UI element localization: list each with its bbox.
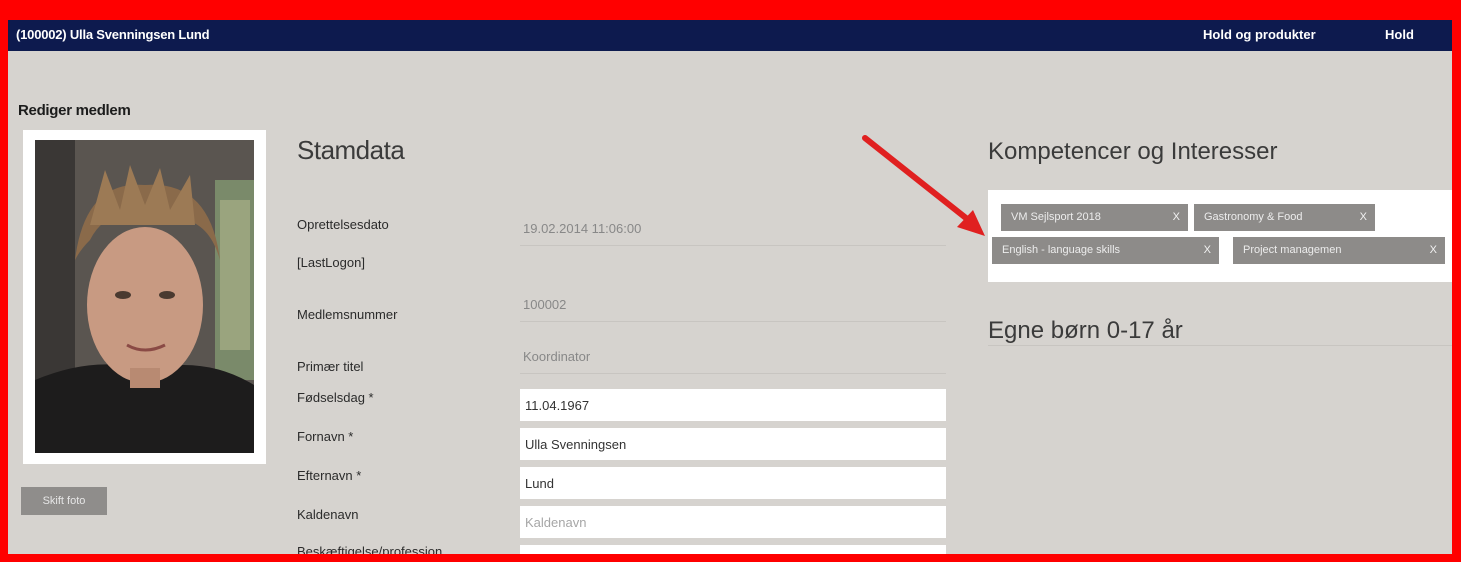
competence-tag[interactable]: Gastronomy & Food X — [1194, 204, 1375, 231]
children-divider — [988, 345, 1452, 346]
remove-tag-icon[interactable]: X — [1360, 204, 1367, 231]
medlemsnummer-value: 100002 — [520, 295, 946, 322]
oprettelsesdato-label: Oprettelsesdato — [297, 217, 389, 232]
competences-title: Kompetencer og Interesser — [988, 138, 1278, 165]
competence-tag-label: Project managemen — [1243, 244, 1342, 256]
primaer-titel-value: Koordinator — [520, 347, 946, 374]
fornavn-label: Fornavn * — [297, 429, 354, 444]
kaldenavn-input[interactable] — [520, 506, 946, 538]
competence-tag-label: English - language skills — [1002, 244, 1121, 256]
medlemsnummer-label: Medlemsnummer — [297, 307, 398, 322]
competence-tag-label: VM Sejlsport 2018 — [1011, 211, 1101, 223]
efternavn-input[interactable] — [520, 467, 946, 499]
fornavn-input[interactable] — [520, 428, 946, 460]
remove-tag-icon[interactable]: X — [1173, 204, 1180, 231]
competences-tags-box: VM Sejlsport 2018 X Gastronomy & Food X … — [988, 190, 1452, 282]
remove-tag-icon[interactable]: X — [1204, 237, 1211, 264]
children-title: Egne børn 0-17 år — [988, 317, 1183, 344]
nav-hold[interactable]: Hold — [1385, 27, 1414, 42]
member-name: (100002) Ulla Svenningsen Lund — [16, 27, 210, 42]
profile-photo — [35, 140, 254, 453]
app-frame: (100002) Ulla Svenningsen Lund Hold og p… — [8, 20, 1452, 554]
beskaeftigelse-input[interactable] — [520, 545, 946, 554]
remove-tag-icon[interactable]: X — [1430, 237, 1437, 264]
fodselsdag-label: Fødselsdag * — [297, 390, 374, 405]
competence-tag[interactable]: English - language skills X — [992, 237, 1219, 264]
competence-tag[interactable]: VM Sejlsport 2018 X — [1001, 204, 1188, 231]
competence-tag[interactable]: Project managemen X — [1233, 237, 1445, 264]
top-bar: (100002) Ulla Svenningsen Lund Hold og p… — [8, 20, 1452, 51]
kaldenavn-label: Kaldenavn — [297, 507, 359, 522]
nav-hold-og-produkter[interactable]: Hold og produkter — [1203, 27, 1316, 42]
stamdata-title: Stamdata — [297, 135, 405, 165]
primaer-titel-label: Primær titel — [297, 359, 364, 374]
profile-photo-frame — [23, 130, 266, 464]
change-photo-button[interactable]: Skift foto — [21, 487, 107, 515]
page-title: Rediger medlem — [18, 102, 131, 119]
beskaeftigelse-label: Beskæftigelse/profession — [297, 544, 443, 554]
lastlogon-label: [LastLogon] — [297, 255, 365, 270]
efternavn-label: Efternavn * — [297, 468, 362, 483]
fodselsdag-input[interactable] — [520, 389, 946, 421]
annotation-arrow-icon — [862, 135, 985, 236]
competence-tag-label: Gastronomy & Food — [1204, 211, 1303, 223]
